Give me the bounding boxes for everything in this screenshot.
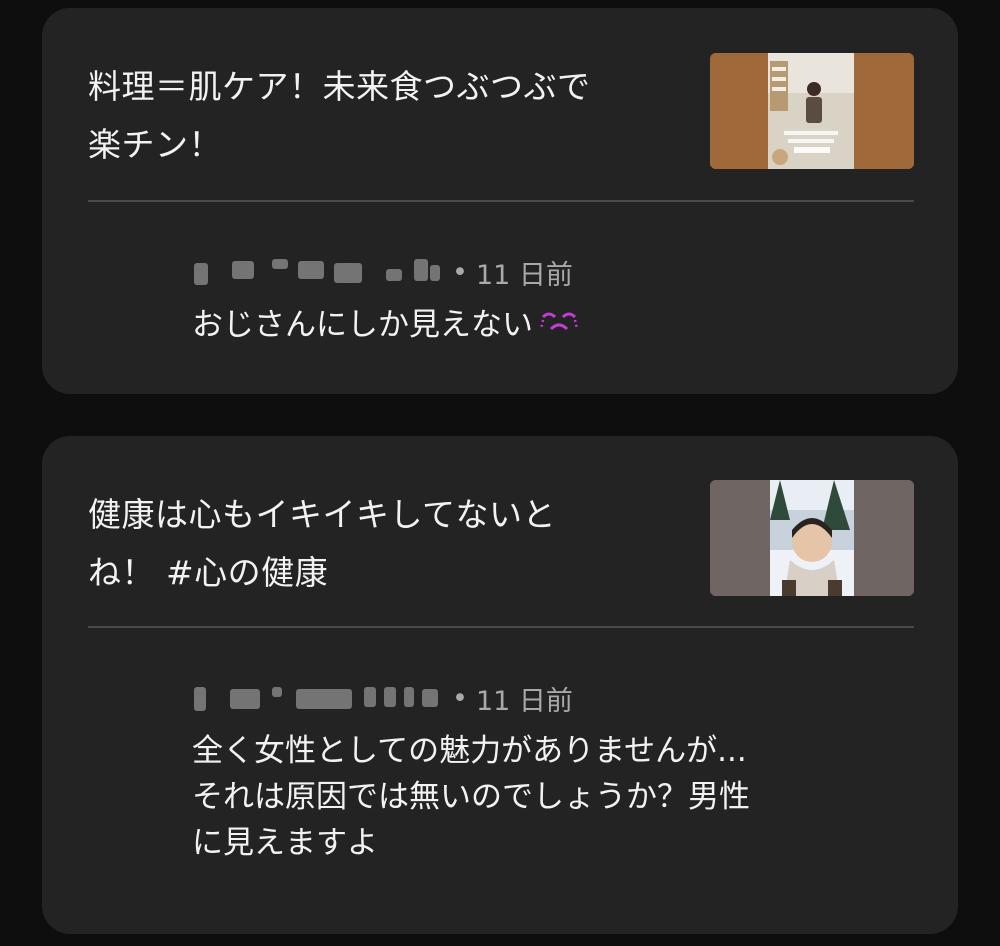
blurred-username xyxy=(192,683,442,713)
comment-text: 全く女性としての魅力がありませんが... それは原因では無いのでしょうか？男性 … xyxy=(192,728,892,866)
comment-card[interactable]: 料理＝肌ケア！未来食つぶつぶで 楽チン！ • 11 日前 おじさんにしか見えない xyxy=(42,8,958,394)
video-thumbnail[interactable] xyxy=(710,480,914,596)
meta-separator: • xyxy=(452,682,468,714)
video-thumbnail[interactable] xyxy=(710,53,914,169)
comment: • 11 日前 全く女性としての魅力がありませんが... それは原因では無いので… xyxy=(192,678,918,866)
crying-face-icon xyxy=(537,304,581,350)
divider xyxy=(88,626,914,628)
comment-body: おじさんにしか見えない xyxy=(192,307,533,343)
comment-timestamp: 11 日前 xyxy=(475,685,573,717)
video-title[interactable]: 料理＝肌ケア！未来食つぶつぶで 楽チン！ xyxy=(88,58,668,174)
comment-history-feed: 料理＝肌ケア！未来食つぶつぶで 楽チン！ • 11 日前 おじさんにしか見えない… xyxy=(0,0,1000,946)
comment-body: 全く女性としての魅力がありませんが... それは原因では無いのでしょうか？男性 … xyxy=(192,733,750,861)
thumbnail-image xyxy=(710,480,914,596)
comment-meta: • 11 日前 xyxy=(192,678,918,718)
comment-meta: • 11 日前 xyxy=(192,252,918,292)
comment-card[interactable]: 健康は心もイキイキしてないと ね！ #心の健康 • 11 日前 全く女性としての… xyxy=(42,436,958,934)
video-title[interactable]: 健康は心もイキイキしてないと ね！ #心の健康 xyxy=(88,486,668,602)
comment-timestamp: 11 日前 xyxy=(475,259,573,291)
meta-separator: • xyxy=(452,256,468,288)
comment: • 11 日前 おじさんにしか見えない xyxy=(192,252,918,350)
thumbnail-image xyxy=(710,53,914,169)
blurred-username xyxy=(192,257,442,287)
comment-text: おじさんにしか見えない xyxy=(192,302,892,350)
divider xyxy=(88,200,914,202)
